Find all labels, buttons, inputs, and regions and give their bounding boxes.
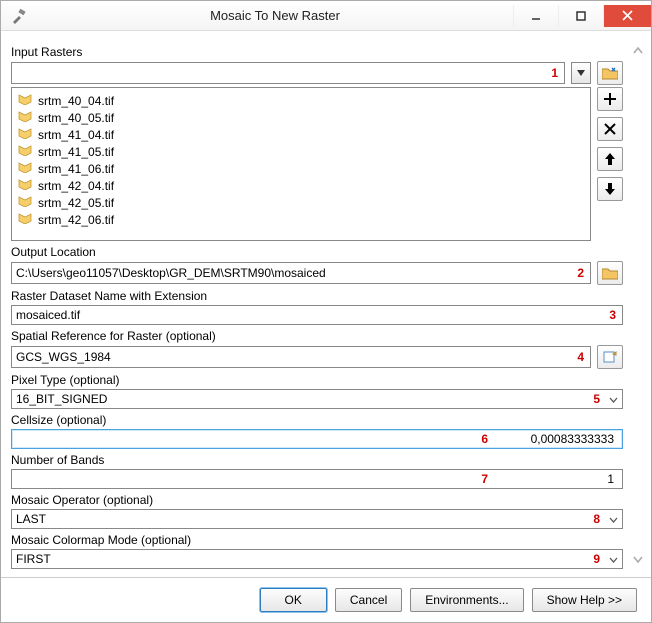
show-help-button[interactable]: Show Help >> — [532, 588, 637, 612]
list-item-label: srtm_41_04.tif — [38, 128, 114, 142]
list-side-buttons — [597, 87, 623, 241]
marker-2: 2 — [577, 266, 584, 280]
cellsize-label: Cellsize (optional) — [11, 413, 623, 427]
raster-icon — [18, 212, 32, 227]
list-item[interactable]: srtm_42_06.tif — [18, 211, 584, 228]
chevron-down-icon — [609, 392, 618, 406]
list-item[interactable]: srtm_41_06.tif — [18, 160, 584, 177]
dialog-body: Input Rasters 1 srtm_40_04.tif srtm_40_05… — [1, 31, 651, 577]
raster-icon — [18, 110, 32, 125]
marker-3: 3 — [609, 308, 616, 322]
dialog-footer: OK Cancel Environments... Show Help >> — [1, 577, 651, 622]
chevron-down-icon — [609, 512, 618, 526]
dialog-window: Mosaic To New Raster Input Rasters 1 — [0, 0, 652, 623]
raster-name-field[interactable]: mosaiced.tif 3 — [11, 305, 623, 325]
num-bands-label: Number of Bands — [11, 453, 623, 467]
list-item-label: srtm_42_06.tif — [38, 213, 114, 227]
marker-6: 6 — [481, 432, 518, 446]
chevron-down-icon — [609, 552, 618, 566]
input-rasters-dropdown-button[interactable] — [571, 62, 591, 84]
list-item-label: srtm_40_04.tif — [38, 94, 114, 108]
mosaic-op-value: LAST — [16, 512, 46, 526]
spatial-ref-field[interactable]: GCS_WGS_1984 4 — [11, 346, 591, 368]
raster-icon — [18, 178, 32, 193]
list-item[interactable]: srtm_41_05.tif — [18, 143, 584, 160]
mosaic-op-label: Mosaic Operator (optional) — [11, 493, 623, 507]
title-bar: Mosaic To New Raster — [1, 1, 651, 31]
list-item-label: srtm_41_05.tif — [38, 145, 114, 159]
raster-icon — [18, 161, 32, 176]
browse-input-button[interactable] — [597, 61, 623, 85]
output-location-label: Output Location — [11, 245, 623, 259]
list-item[interactable]: srtm_40_04.tif — [18, 92, 584, 109]
move-down-button[interactable] — [597, 177, 623, 201]
minimize-button[interactable] — [513, 5, 558, 27]
pixel-type-dropdown[interactable]: 16_BIT_SIGNED 5 — [11, 389, 623, 409]
window-controls — [513, 5, 651, 27]
maximize-button[interactable] — [558, 5, 603, 27]
scroll-up-icon[interactable] — [632, 45, 644, 55]
list-item-label: srtm_42_05.tif — [38, 196, 114, 210]
raster-name-label: Raster Dataset Name with Extension — [11, 289, 623, 303]
spatial-ref-label: Spatial Reference for Raster (optional) — [11, 329, 623, 343]
spatial-ref-value: GCS_WGS_1984 — [16, 350, 111, 364]
browse-output-button[interactable] — [597, 261, 623, 285]
scroll-down-icon[interactable] — [632, 555, 644, 565]
cancel-button[interactable]: Cancel — [335, 588, 402, 612]
list-item-label: srtm_41_06.tif — [38, 162, 114, 176]
raster-listbox[interactable]: srtm_40_04.tif srtm_40_05.tif srtm_41_04.t… — [11, 87, 591, 241]
pixel-type-value: 16_BIT_SIGNED — [16, 392, 107, 406]
env-label: Environments... — [425, 593, 508, 607]
environments-button[interactable]: Environments... — [410, 588, 523, 612]
list-item[interactable]: srtm_42_04.tif — [18, 177, 584, 194]
marker-7: 7 — [481, 472, 518, 486]
raster-name-value: mosaiced.tif — [16, 308, 80, 322]
move-up-button[interactable] — [597, 147, 623, 171]
raster-icon — [18, 93, 32, 108]
input-rasters-field[interactable]: 1 — [11, 62, 565, 84]
list-item-label: srtm_40_05.tif — [38, 111, 114, 125]
close-button[interactable] — [603, 5, 651, 27]
output-location-row: C:\Users\geo11057\Desktop\GR_DEM\SRTM90\… — [11, 261, 623, 285]
colormap-label: Mosaic Colormap Mode (optional) — [11, 533, 623, 547]
raster-list-area: srtm_40_04.tif srtm_40_05.tif srtm_41_04.t… — [11, 87, 623, 241]
marker-1: 1 — [551, 66, 558, 80]
ok-label: OK — [285, 593, 302, 607]
scroll-indicator — [629, 41, 647, 569]
cancel-label: Cancel — [350, 593, 387, 607]
input-rasters-row: 1 — [11, 61, 623, 85]
cellsize-field[interactable]: 6 0,00083333333 — [11, 429, 623, 449]
output-location-field[interactable]: C:\Users\geo11057\Desktop\GR_DEM\SRTM90\… — [11, 262, 591, 284]
colormap-dropdown[interactable]: FIRST 9 — [11, 549, 623, 569]
add-button[interactable] — [597, 87, 623, 111]
raster-icon — [18, 127, 32, 142]
marker-4: 4 — [577, 350, 584, 364]
raster-icon — [18, 144, 32, 159]
marker-5: 5 — [593, 392, 600, 406]
hammer-icon — [1, 8, 37, 24]
help-label: Show Help >> — [547, 593, 622, 607]
marker-8: 8 — [593, 512, 600, 526]
num-bands-field[interactable]: 7 1 — [11, 469, 623, 489]
spatial-ref-properties-button[interactable] — [597, 345, 623, 369]
cellsize-value: 0,00083333333 — [518, 432, 618, 446]
marker-9: 9 — [593, 552, 600, 566]
num-bands-value: 1 — [518, 472, 618, 486]
spatial-ref-row: GCS_WGS_1984 4 — [11, 345, 623, 369]
input-rasters-label: Input Rasters — [11, 45, 623, 59]
ok-button[interactable]: OK — [260, 588, 327, 612]
list-item[interactable]: srtm_42_05.tif — [18, 194, 584, 211]
output-location-value: C:\Users\geo11057\Desktop\GR_DEM\SRTM90\… — [16, 266, 326, 280]
mosaic-op-dropdown[interactable]: LAST 8 — [11, 509, 623, 529]
raster-icon — [18, 195, 32, 210]
form-panel: Input Rasters 1 srtm_40_04.tif srtm_40_05… — [11, 41, 629, 569]
remove-button[interactable] — [597, 117, 623, 141]
window-title: Mosaic To New Raster — [37, 8, 513, 23]
colormap-value: FIRST — [16, 552, 51, 566]
list-item-label: srtm_42_04.tif — [38, 179, 114, 193]
list-item[interactable]: srtm_40_05.tif — [18, 109, 584, 126]
pixel-type-label: Pixel Type (optional) — [11, 373, 623, 387]
list-item[interactable]: srtm_41_04.tif — [18, 126, 584, 143]
